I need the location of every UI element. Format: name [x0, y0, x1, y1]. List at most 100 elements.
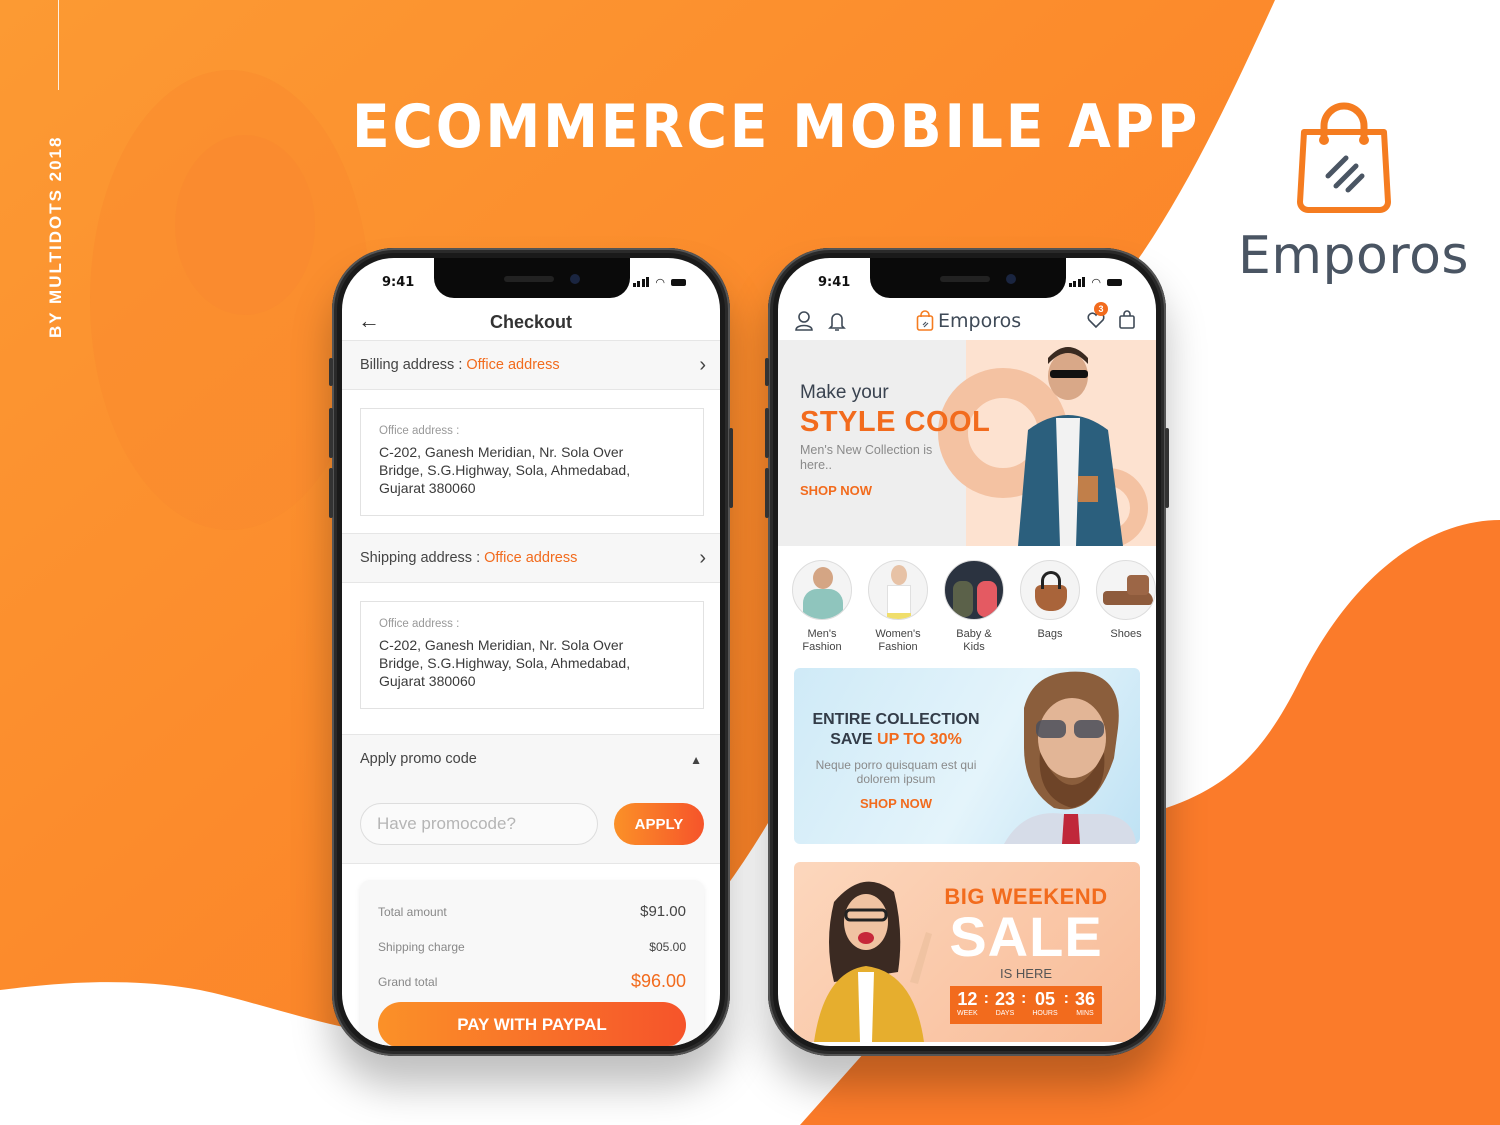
address-line: Gujarat 380060 [379, 673, 476, 689]
countdown-timer: 12 WEEK : 23 DAYS : 05 HOURS : 36 MINS [950, 986, 1102, 1024]
user-icon[interactable] [794, 310, 814, 332]
model-photo [1004, 671, 1136, 844]
category-image [868, 560, 928, 620]
billing-label: Billing address : [360, 357, 463, 373]
summary-label: Total amount [378, 904, 447, 919]
billing-value: Office address [466, 357, 560, 373]
countdown-hours: 05 HOURS [1032, 989, 1058, 1017]
address-line: C-202, Ganesh Meridian, Nr. Sola Over [379, 637, 624, 653]
app-logo[interactable]: Emporos [916, 310, 1021, 332]
category-label: Bags [1037, 628, 1063, 640]
promo-code-input[interactable] [360, 803, 598, 845]
phone-home: 9:41 ◠ Emporos 3 Make your STYLE COOL Me… [765, 248, 1169, 1056]
status-time: 9:41 [818, 274, 851, 290]
cart-bag-icon[interactable] [1118, 310, 1136, 330]
wishlist-count-badge: 3 [1094, 302, 1108, 316]
caret-up-icon[interactable]: ▲ [690, 753, 702, 767]
poster-title: ECOMMERCE MOBILE APP [352, 92, 1201, 162]
collection-title: ENTIRE COLLECTION [812, 711, 980, 728]
chevron-right-icon: › [699, 353, 706, 376]
bell-icon[interactable] [828, 310, 846, 332]
chevron-right-icon: › [699, 546, 706, 569]
weekend-sale-banner[interactable]: BIG WEEKEND SALE IS HERE 12 WEEK : 23 DAYS… [794, 862, 1140, 1042]
status-time: 9:41 [382, 274, 415, 290]
shopping-bag-logo-icon [916, 310, 934, 331]
home-header: Emporos 3 [778, 302, 1156, 342]
shipping-label: Shipping address : [360, 550, 481, 566]
model-photo [814, 881, 932, 1042]
address-line: Bridge, S.G.Highway, Sola, Ahmedabad, [379, 655, 631, 671]
back-arrow-icon[interactable]: ← [358, 308, 380, 334]
billing-address-row[interactable]: Billing address : Office address › [342, 340, 720, 390]
address-line: C-202, Ganesh Meridian, Nr. Sola Over [379, 444, 624, 460]
page-title: Checkout [489, 311, 572, 332]
background-shapes [0, 0, 1500, 1125]
home-screen: 9:41 ◠ Emporos 3 Make your STYLE COOL Me… [778, 258, 1156, 1046]
address-label: Office address : [379, 618, 460, 630]
category-list: Men's Fashion Women's Fashion Baby & Kids [792, 560, 1156, 654]
category-mens-fashion[interactable]: Men's Fashion [792, 560, 852, 654]
app-logo-text: Emporos [938, 310, 1022, 332]
billing-address-card: Office address : C-202, Ganesh Meridian,… [360, 408, 704, 516]
summary-label: Grand total [378, 974, 438, 989]
hero-subtitle: Men's New Collection is here.. [800, 443, 933, 472]
checkout-screen: 9:41 ◠ ← Checkout Billing address : Offi… [342, 258, 720, 1046]
category-image [1020, 560, 1080, 620]
category-bags[interactable]: Bags [1020, 560, 1080, 654]
category-image [944, 560, 1004, 620]
address-line: Gujarat 380060 [379, 480, 476, 496]
hero-title: STYLE COOL [800, 406, 991, 438]
wifi-icon: ◠ [655, 276, 665, 289]
summary-label: Shipping charge [378, 939, 465, 954]
category-baby-kids[interactable]: Baby & Kids [944, 560, 1004, 654]
category-image [1096, 560, 1156, 620]
grand-total-value: $96.00 [630, 971, 686, 991]
category-label: Baby & Kids [956, 628, 992, 653]
signal-icon [1068, 277, 1086, 287]
category-label: Women's Fashion [875, 628, 921, 653]
summary-row-grand-total: Grand total $96.00 [378, 964, 686, 999]
battery-icon [671, 278, 686, 286]
hero-pretitle: Make your [800, 382, 889, 403]
model-photo [1018, 347, 1123, 546]
summary-row-total: Total amount $91.00 [378, 894, 686, 929]
hero-banner[interactable]: Make your STYLE COOL Men's New Collectio… [778, 340, 1156, 546]
summary-value: $05.00 [649, 939, 686, 954]
sale-title: SALE [949, 905, 1103, 968]
hero-shop-now-link[interactable]: SHOP NOW [800, 483, 990, 498]
category-womens-fashion[interactable]: Women's Fashion [868, 560, 928, 654]
shipping-address-row[interactable]: Shipping address : Office address › [342, 533, 720, 583]
collection-discount: SAVE UP TO 30% [830, 731, 962, 748]
phone-notch [870, 258, 1066, 298]
brand-name: Emporos [1238, 226, 1469, 286]
category-shoes[interactable]: Shoes [1096, 560, 1156, 654]
shipping-address-card: Office address : C-202, Ganesh Meridian,… [360, 601, 704, 709]
pay-with-paypal-button[interactable]: PAY WITH PAYPAL [378, 1002, 686, 1046]
wifi-icon: ◠ [1091, 276, 1101, 289]
countdown-days: 23 DAYS [994, 989, 1015, 1017]
promo-title[interactable]: Apply promo code [360, 751, 477, 767]
promo-section: Apply promo code ▲ APPLY [342, 734, 720, 864]
side-credit: BY MULTIDOTS 2018 [46, 135, 65, 338]
category-label: Men's Fashion [802, 628, 842, 653]
battery-icon [1107, 278, 1122, 286]
shopping-bag-logo-icon [1297, 102, 1391, 213]
summary-row-shipping: Shipping charge $05.00 [378, 929, 686, 964]
side-divider-line [58, 0, 59, 90]
collection-shop-now-link[interactable]: SHOP NOW [794, 796, 998, 811]
apply-button[interactable]: APPLY [614, 803, 704, 845]
signal-icon [632, 277, 650, 287]
sale-subtitle: IS HERE [999, 966, 1052, 981]
shipping-value: Office address [484, 550, 578, 566]
category-label: Shoes [1110, 628, 1142, 640]
summary-value: $91.00 [640, 903, 686, 920]
countdown-mins: 36 MINS [1074, 989, 1095, 1017]
address-line: Bridge, S.G.Highway, Sola, Ahmedabad, [379, 462, 631, 478]
phone-checkout: 9:41 ◠ ← Checkout Billing address : Offi… [329, 248, 733, 1056]
address-label: Office address : [379, 425, 460, 437]
countdown-week: 12 WEEK [957, 989, 978, 1017]
phone-notch [434, 258, 630, 298]
collection-subtitle: Neque porro quisquam est qui dolorem ips… [815, 758, 977, 786]
collection-banner[interactable]: ENTIRE COLLECTION SAVE UP TO 30% Neque p… [794, 668, 1140, 844]
checkout-header: ← Checkout [342, 304, 720, 340]
